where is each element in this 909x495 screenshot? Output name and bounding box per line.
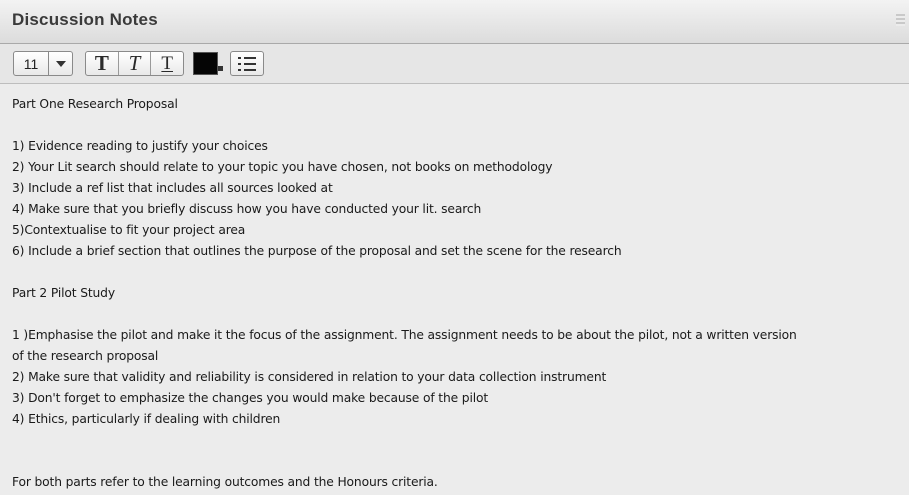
part2-heading: Part 2 Pilot Study: [12, 286, 115, 300]
bold-button[interactable]: T: [86, 51, 119, 75]
part1-item: 4) Make sure that you briefly discuss ho…: [12, 202, 482, 216]
panel-titlebar: Discussion Notes: [0, 0, 909, 44]
text-style-group: T T T: [85, 51, 184, 76]
underline-button[interactable]: T: [151, 52, 183, 75]
italic-icon: T: [128, 51, 141, 75]
panel-title: Discussion Notes: [12, 10, 158, 29]
part1-item: 2) Your Lit search should relate to your…: [12, 160, 553, 174]
text-color-menu-icon: [218, 66, 223, 71]
notes-text-area[interactable]: Part One Research Proposal 1) Evidence r…: [12, 94, 909, 495]
part1-heading: Part One Research Proposal: [12, 97, 178, 111]
part1-item: 6) Include a brief section that outlines…: [12, 244, 622, 258]
part1-item: 3) Include a ref list that includes all …: [12, 181, 333, 195]
text-color-button[interactable]: [193, 52, 218, 75]
font-size-dropdown-button[interactable]: [49, 51, 73, 76]
font-size-value[interactable]: 11: [13, 51, 49, 76]
part1-item: 1) Evidence reading to justify your choi…: [12, 139, 268, 153]
part2-item: 2) Make sure that validity and reliabili…: [12, 370, 607, 384]
formatting-toolbar: 11 T T T: [0, 44, 909, 84]
bullet-list-icon: [238, 56, 256, 71]
closing-note: For both parts refer to the learning out…: [12, 475, 438, 489]
italic-button[interactable]: T: [119, 51, 152, 75]
chevron-down-icon: [55, 60, 66, 67]
panel-menu-grip-icon[interactable]: [896, 14, 905, 26]
discussion-notes-panel: Discussion Notes 11 T T T Part One Resea…: [0, 0, 909, 495]
part2-item: 1 )Emphasise the pilot and make it the f…: [12, 328, 797, 342]
part2-item: 3) Don't forget to emphasize the changes…: [12, 391, 489, 405]
underline-icon: T: [161, 52, 173, 74]
part1-item: 5)Contextualise to fit your project area: [12, 223, 246, 237]
bold-icon: T: [94, 51, 109, 75]
part2-item: 4) Ethics, particularly if dealing with …: [12, 412, 281, 426]
bullet-list-button[interactable]: [230, 51, 264, 76]
part2-item: of the research proposal: [12, 349, 159, 363]
